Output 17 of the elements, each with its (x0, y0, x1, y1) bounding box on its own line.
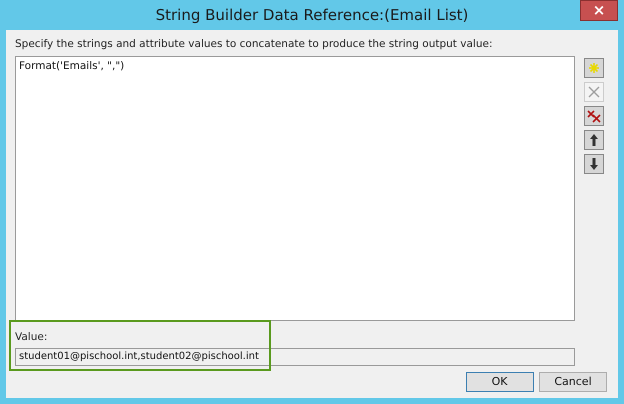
delete-icon (587, 84, 601, 99)
arrow-down-icon (587, 156, 601, 171)
value-label: Value: (15, 330, 48, 345)
sparkle-icon (587, 60, 601, 75)
instruction-text: Specify the strings and attribute values to concatenate to produce the string output value: (15, 37, 494, 52)
clear-all-icon (587, 108, 601, 123)
clear-button[interactable] (584, 106, 604, 126)
window-title: String Builder Data Reference:(Email List) (156, 4, 468, 26)
up-button[interactable] (584, 130, 604, 150)
dialog-button[interactable]: Cancel (539, 372, 607, 392)
expression-editor[interactable]: Format('Emails', ",") (15, 56, 575, 321)
value-field[interactable]: student01@pischool.int,student02@pischool.int (15, 348, 575, 366)
dialog-button[interactable]: OK (466, 372, 534, 392)
add-button[interactable] (584, 58, 604, 78)
close-button[interactable]: × (580, 0, 618, 21)
down-button[interactable] (584, 154, 604, 174)
arrow-up-icon (587, 132, 601, 147)
